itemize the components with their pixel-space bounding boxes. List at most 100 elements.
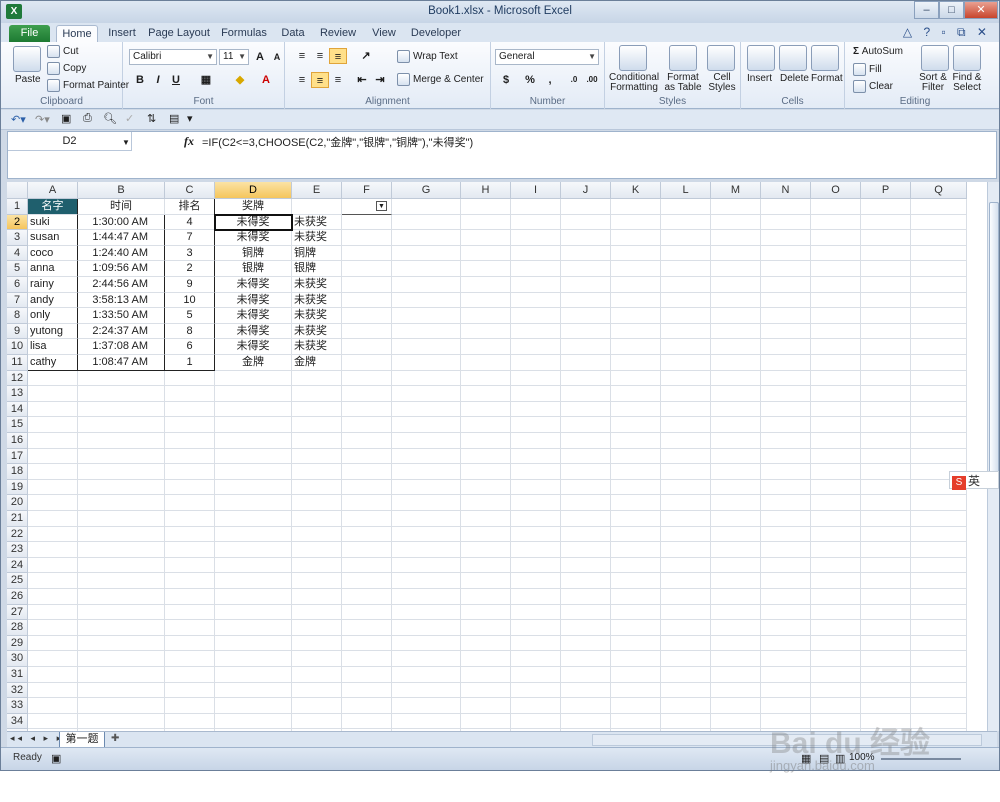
name-box-dropdown-icon[interactable]: ▼	[122, 134, 130, 152]
cell-j14[interactable]	[561, 401, 611, 418]
insert-function-icon[interactable]: fx	[184, 134, 194, 149]
cell-f1[interactable]: ▼	[342, 199, 392, 215]
cell-d29[interactable]	[215, 635, 292, 652]
cell-k24[interactable]	[611, 557, 661, 574]
cell-c14[interactable]	[165, 401, 215, 418]
align-left-icon[interactable]: ≡	[293, 72, 311, 88]
cell-o13[interactable]	[811, 386, 861, 402]
cell-a10[interactable]: lisa	[28, 339, 78, 355]
cell-c25[interactable]	[165, 573, 215, 589]
cell-d18[interactable]	[215, 464, 292, 480]
cell-g5[interactable]	[392, 261, 461, 277]
cell-h4[interactable]	[461, 245, 511, 262]
cell-c17[interactable]	[165, 448, 215, 465]
cell-a32[interactable]	[28, 682, 78, 699]
row-header-16[interactable]: 16	[7, 433, 28, 449]
cell-e27[interactable]	[292, 604, 342, 621]
cell-m6[interactable]	[711, 277, 761, 293]
row-header-5[interactable]: 5	[7, 261, 28, 277]
cell-n32[interactable]	[761, 682, 811, 699]
cell-q2[interactable]	[911, 214, 967, 231]
cell-k30[interactable]	[611, 651, 661, 667]
cell-b13[interactable]	[78, 386, 165, 402]
row-header-29[interactable]: 29	[7, 635, 28, 652]
cell-h6[interactable]	[461, 277, 511, 293]
cell-e31[interactable]	[292, 667, 342, 683]
cell-b3[interactable]: 1:44:47 AM	[78, 230, 165, 246]
cell-a18[interactable]	[28, 464, 78, 480]
cell-n33[interactable]	[761, 698, 811, 714]
cell-k9[interactable]	[611, 323, 661, 340]
decrease-indent-icon[interactable]: ⇤	[353, 72, 371, 88]
cell-q25[interactable]	[911, 573, 967, 589]
cell-m11[interactable]	[711, 355, 761, 371]
cell-a4[interactable]: coco	[28, 245, 78, 262]
cut-button[interactable]: Cut	[47, 45, 79, 58]
cell-j20[interactable]	[561, 495, 611, 511]
cell-k11[interactable]	[611, 355, 661, 371]
cell-l1[interactable]	[661, 199, 711, 215]
cell-o15[interactable]	[811, 417, 861, 433]
cell-b31[interactable]	[78, 667, 165, 683]
cell-e2[interactable]: 未获奖	[292, 214, 342, 231]
cell-o17[interactable]	[811, 448, 861, 465]
cell-d14[interactable]	[215, 401, 292, 418]
cell-l24[interactable]	[661, 557, 711, 574]
cell-g28[interactable]	[392, 620, 461, 636]
cell-e9[interactable]: 未获奖	[292, 323, 342, 340]
cell-f31[interactable]	[342, 667, 392, 683]
cell-a5[interactable]: anna	[28, 261, 78, 277]
column-header-k[interactable]: K	[611, 182, 661, 199]
cell-c31[interactable]	[165, 667, 215, 683]
cell-k23[interactable]	[611, 542, 661, 558]
cell-i34[interactable]	[511, 713, 561, 730]
cell-m7[interactable]	[711, 292, 761, 309]
column-header-o[interactable]: O	[811, 182, 861, 199]
cell-n23[interactable]	[761, 542, 811, 558]
cell-i6[interactable]	[511, 277, 561, 293]
cell-e14[interactable]	[292, 401, 342, 418]
cell-e21[interactable]	[292, 511, 342, 527]
cell-b18[interactable]	[78, 464, 165, 480]
cell-b21[interactable]	[78, 511, 165, 527]
cell-c16[interactable]	[165, 433, 215, 449]
cell-m24[interactable]	[711, 557, 761, 574]
column-header-b[interactable]: B	[78, 182, 165, 199]
cell-c12[interactable]	[165, 370, 215, 387]
cell-c3[interactable]: 7	[165, 230, 215, 246]
cell-q26[interactable]	[911, 589, 967, 605]
cell-g12[interactable]	[392, 370, 461, 387]
cell-d13[interactable]	[215, 386, 292, 402]
cell-c18[interactable]	[165, 464, 215, 480]
cell-b2[interactable]: 1:30:00 AM	[78, 214, 165, 231]
column-header-e[interactable]: E	[292, 182, 342, 199]
cell-j33[interactable]	[561, 698, 611, 714]
cell-a34[interactable]	[28, 713, 78, 730]
cell-n2[interactable]	[761, 214, 811, 231]
cell-j11[interactable]	[561, 355, 611, 371]
tab-data[interactable]: Data	[278, 25, 308, 42]
cell-e5[interactable]: 银牌	[292, 261, 342, 277]
cell-f17[interactable]	[342, 448, 392, 465]
format-cells-button[interactable]: Format	[811, 73, 843, 84]
cell-a29[interactable]	[28, 635, 78, 652]
cell-k27[interactable]	[611, 604, 661, 621]
cell-k16[interactable]	[611, 433, 661, 449]
cell-o14[interactable]	[811, 401, 861, 418]
cell-k6[interactable]	[611, 277, 661, 293]
cell-q9[interactable]	[911, 323, 967, 340]
cell-l22[interactable]	[661, 526, 711, 543]
cell-e18[interactable]	[292, 464, 342, 480]
cell-a31[interactable]	[28, 667, 78, 683]
cell-m33[interactable]	[711, 698, 761, 714]
increase-indent-icon[interactable]: ⇥	[371, 72, 389, 88]
cell-n17[interactable]	[761, 448, 811, 465]
cell-c33[interactable]	[165, 698, 215, 714]
row-header-6[interactable]: 6	[7, 277, 28, 293]
cell-p14[interactable]	[861, 401, 911, 418]
cell-m27[interactable]	[711, 604, 761, 621]
row-header-23[interactable]: 23	[7, 542, 28, 558]
cell-f30[interactable]	[342, 651, 392, 667]
cell-n29[interactable]	[761, 635, 811, 652]
cell-j2[interactable]	[561, 214, 611, 231]
